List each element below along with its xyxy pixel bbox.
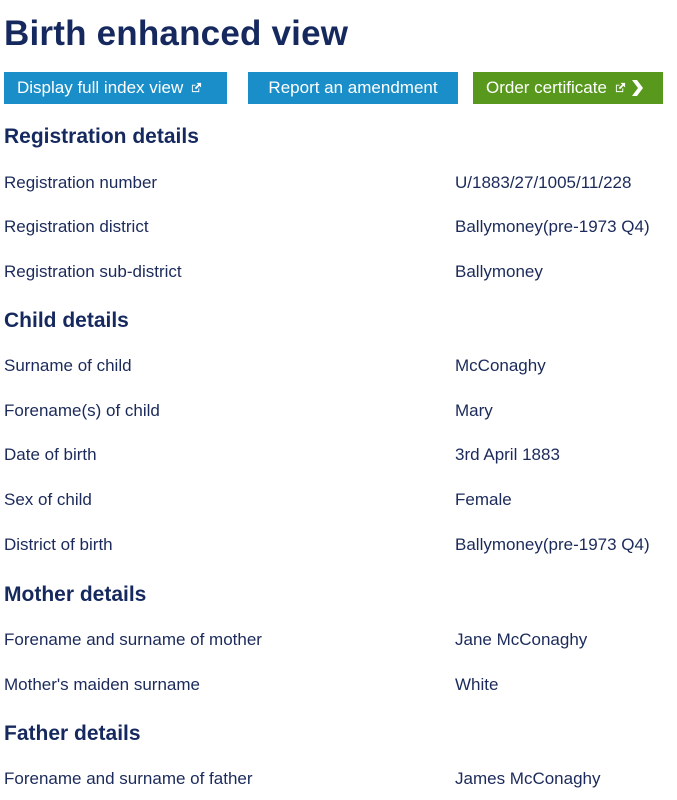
external-link-icon [192,82,202,93]
value-date-of-birth: 3rd April 1883 [455,445,560,464]
value-forenames-of-child: Mary [455,401,493,420]
value-father-name: James McConaghy [455,769,601,788]
value-registration-district: Ballymoney(pre-1973 Q4) [455,217,650,236]
display-full-index-button[interactable]: Display full index view [4,72,227,104]
value-registration-number: U/1883/27/1005/11/228 [455,173,632,192]
order-certificate-label: Order certificate [486,78,607,97]
value-mother-maiden-surname: White [455,675,499,694]
value-district-of-birth: Ballymoney(pre-1973 Q4) [455,535,650,554]
label-registration-number: Registration number [4,173,158,192]
value-surname-of-child: McConaghy [455,356,546,375]
order-certificate-button[interactable]: Order certificate [473,72,663,104]
value-mother-name: Jane McConaghy [455,630,588,649]
label-forenames-of-child: Forename(s) of child [4,401,160,420]
label-mother-name: Forename and surname of mother [4,630,262,649]
value-registration-sub-district: Ballymoney [455,262,543,281]
section-heading-child: Child details [4,309,129,332]
report-amendment-button[interactable]: Report an amendment [248,72,458,104]
label-registration-sub-district: Registration sub-district [4,262,182,281]
section-heading-father: Father details [4,722,141,745]
value-sex-of-child: Female [455,490,512,509]
label-father-name: Forename and surname of father [4,769,253,788]
label-surname-of-child: Surname of child [4,356,132,375]
external-link-icon [615,82,626,93]
page-title: Birth enhanced view [4,14,349,53]
section-heading-registration: Registration details [4,125,199,148]
display-full-index-label: Display full index view [17,78,184,97]
label-date-of-birth: Date of birth [4,445,97,464]
label-registration-district: Registration district [4,217,149,236]
label-district-of-birth: District of birth [4,535,113,554]
section-heading-mother: Mother details [4,583,147,606]
label-sex-of-child: Sex of child [4,490,92,509]
label-mother-maiden-surname: Mother's maiden surname [4,675,200,694]
chevron-right-icon [631,79,643,96]
